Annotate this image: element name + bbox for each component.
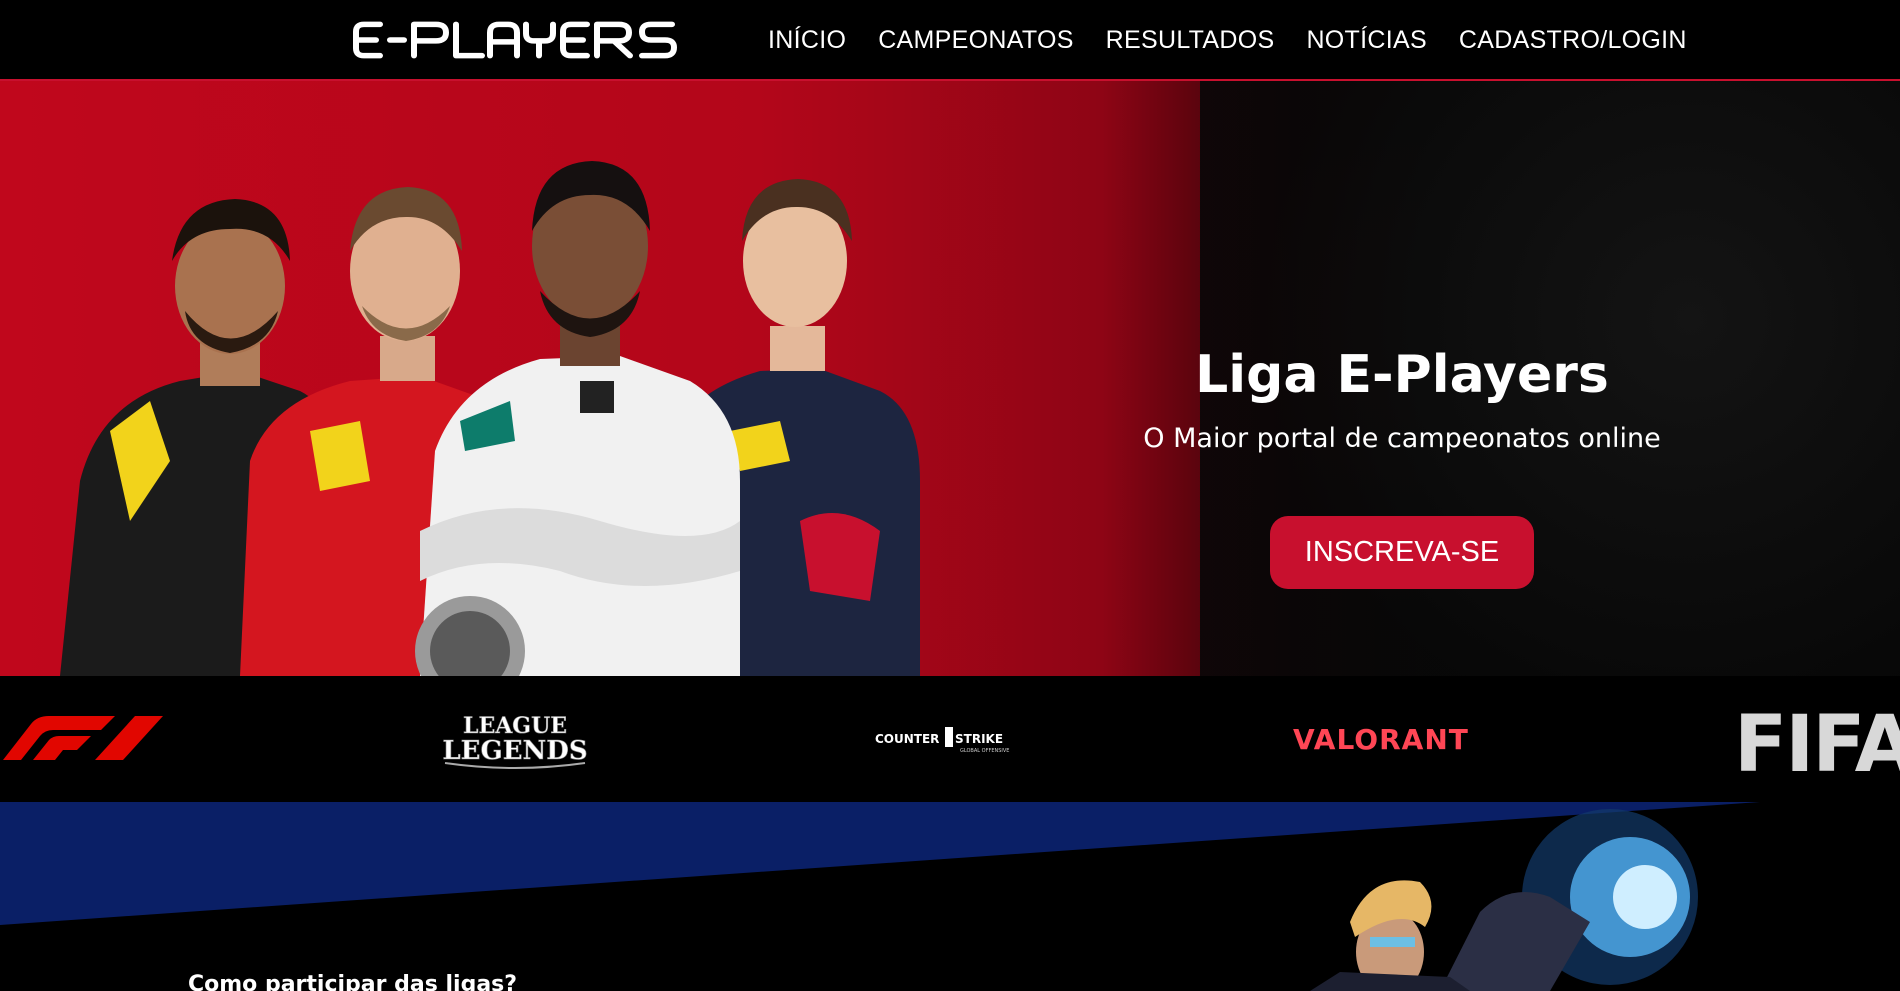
hero-subtitle: O Maior portal de campeonatos online xyxy=(1143,423,1661,454)
signup-button[interactable]: INSCREVA-SE xyxy=(1269,516,1535,589)
games-strip: LEAGUE LEGENDS COUNTER STRIKE GLOBAL OFF… xyxy=(0,676,1900,802)
svg-text:FIFA: FIFA xyxy=(1734,700,1900,779)
svg-text:VALORANT: VALORANT xyxy=(1293,723,1468,756)
site-logo[interactable] xyxy=(352,19,688,61)
hero-banner: Liga E-Players O Maior portal de campeon… xyxy=(0,81,1900,676)
svg-text:GLOBAL OFFENSIVE: GLOBAL OFFENSIVE xyxy=(960,748,1009,754)
nav-noticias[interactable]: NOTÍCIAS xyxy=(1290,26,1442,55)
fifa-logo-icon: FIFA xyxy=(1734,700,1900,779)
valorant-logo-icon: VALORANT xyxy=(1293,723,1468,756)
league-of-legends-logo-icon: LEAGUE LEGENDS xyxy=(442,713,588,769)
svg-text:LEGENDS: LEGENDS xyxy=(442,736,587,766)
game-league-of-legends[interactable]: LEAGUE LEGENDS xyxy=(430,676,600,802)
game-fifa[interactable]: FIFA xyxy=(1730,676,1900,802)
f1-logo-icon xyxy=(2,716,163,760)
nav-resultados[interactable]: RESULTADOS xyxy=(1090,26,1291,55)
hero-text-block: Liga E-Players O Maior portal de campeon… xyxy=(1102,259,1702,589)
game-f1[interactable] xyxy=(0,676,170,802)
how-to-section: Como participar das ligas? xyxy=(0,802,1900,991)
drivers-image xyxy=(60,161,920,676)
svg-text:COUNTER: COUNTER xyxy=(875,732,939,746)
nav-inicio[interactable]: INÍCIO xyxy=(752,26,862,55)
game-valorant[interactable]: VALORANT xyxy=(1290,676,1470,802)
hero-title: Liga E-Players xyxy=(1195,345,1609,405)
e-players-logo-icon xyxy=(353,21,677,59)
nav-cadastro-login[interactable]: CADASTRO/LOGIN xyxy=(1443,26,1703,55)
nav-campeonatos[interactable]: CAMPEONATOS xyxy=(862,26,1089,55)
site-header: INÍCIO CAMPEONATOS RESULTADOS NOTÍCIAS C… xyxy=(0,0,1900,81)
champion-artwork xyxy=(1310,809,1698,991)
how-to-title: Como participar das ligas? xyxy=(188,972,518,991)
counter-strike-logo-icon: COUNTER STRIKE GLOBAL OFFENSIVE xyxy=(875,727,1009,754)
svg-text:STRIKE: STRIKE xyxy=(955,732,1003,746)
main-nav: INÍCIO CAMPEONATOS RESULTADOS NOTÍCIAS C… xyxy=(752,0,1703,81)
game-counter-strike[interactable]: COUNTER STRIKE GLOBAL OFFENSIVE xyxy=(870,676,1030,802)
